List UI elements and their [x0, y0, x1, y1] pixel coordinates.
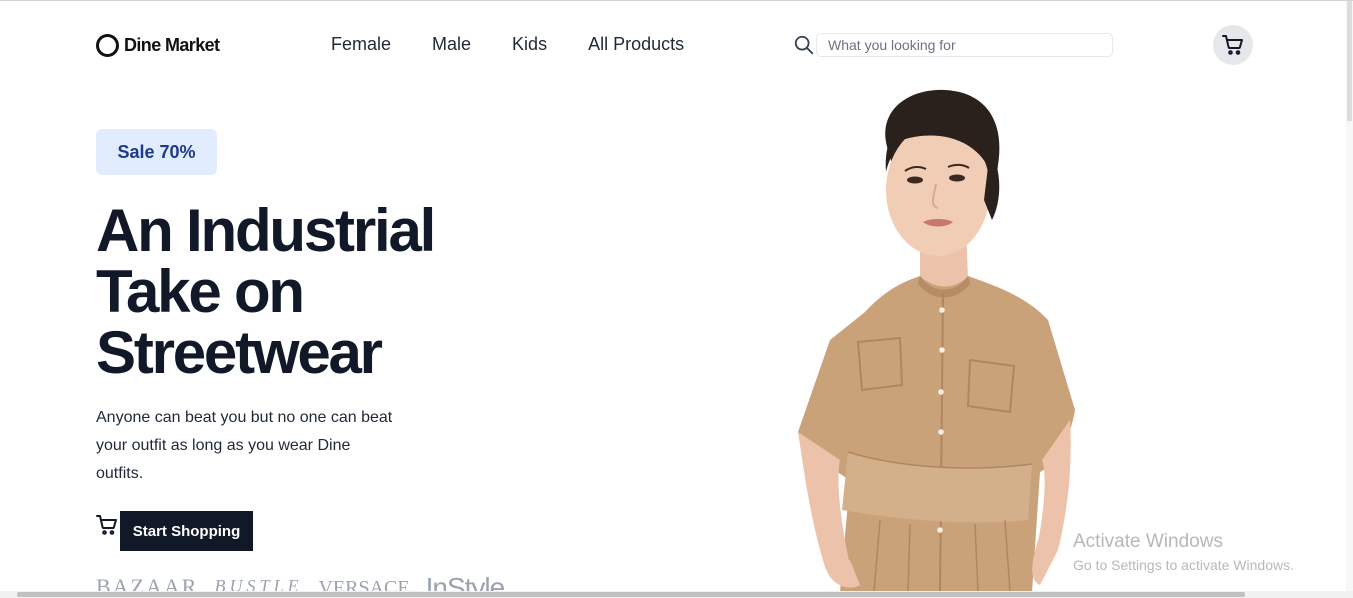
hero-subtext: Anyone can beat you but no one can beat …	[96, 409, 393, 482]
logo-ring-icon	[96, 34, 119, 57]
hero-model-image	[798, 89, 1075, 592]
headline-line-2: Take on	[96, 258, 305, 325]
brand-logo-bustle: BUSTLE	[214, 576, 303, 592]
window-top-border	[0, 0, 1353, 1]
brand-logo-versace: VERSACE	[318, 577, 410, 592]
search-icon[interactable]	[793, 34, 815, 56]
main-nav: Female Male Kids All Products	[331, 34, 725, 55]
hero-headline: An Industrial Take on Streetwear	[96, 200, 516, 383]
headline-line-3: Streetwear	[96, 319, 383, 386]
nav-link-male[interactable]: Male	[432, 34, 471, 55]
nav-link-female[interactable]: Female	[331, 34, 391, 55]
horizontal-scrollbar[interactable]	[0, 591, 1353, 598]
brand-logo-bazaar: BAZAAR	[96, 574, 199, 592]
brand-logo-instyle: InStyle	[425, 574, 506, 592]
search-input[interactable]	[816, 33, 1113, 57]
nav-link-all-products[interactable]: All Products	[588, 34, 684, 55]
watermark-title: Activate Windows	[1073, 531, 1223, 552]
cart-icon	[96, 515, 117, 535]
start-shopping-button[interactable]: Start Shopping	[120, 511, 253, 551]
headline-line-1: An Industrial	[96, 197, 436, 264]
horizontal-scrollbar-thumb[interactable]	[17, 592, 1245, 597]
vertical-scrollbar[interactable]	[1346, 1, 1353, 591]
watermark-subtitle: Go to Settings to activate Windows.	[1073, 557, 1294, 573]
cart-icon	[1222, 35, 1243, 55]
cart-button[interactable]	[1213, 25, 1253, 65]
search-bar	[793, 33, 1113, 57]
nav-link-kids[interactable]: Kids	[512, 34, 547, 55]
activate-windows-watermark: Activate Windows Go to Settings to activ…	[1073, 531, 1294, 573]
vertical-scrollbar-thumb[interactable]	[1347, 1, 1352, 121]
sale-badge: Sale 70%	[96, 129, 217, 175]
brand-logos: BAZAAR BUSTLE VERSACE InStyle	[96, 574, 536, 592]
logo[interactable]: Dine Market	[96, 34, 220, 57]
logo-text: Dine Market	[124, 35, 220, 55]
